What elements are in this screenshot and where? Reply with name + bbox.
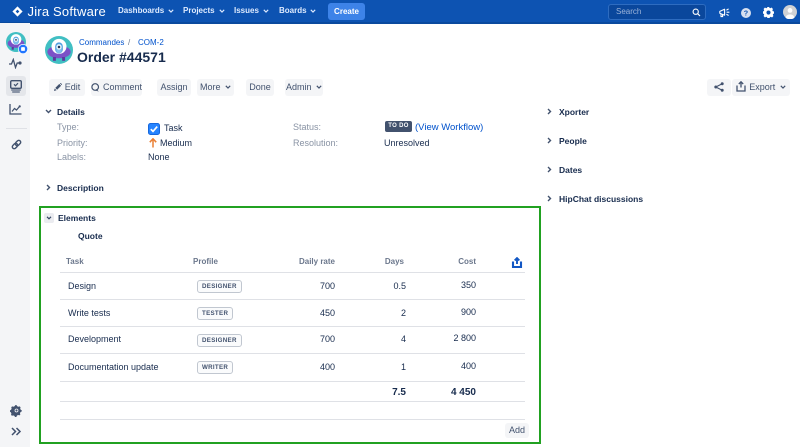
svg-text:?: ? bbox=[744, 8, 748, 17]
